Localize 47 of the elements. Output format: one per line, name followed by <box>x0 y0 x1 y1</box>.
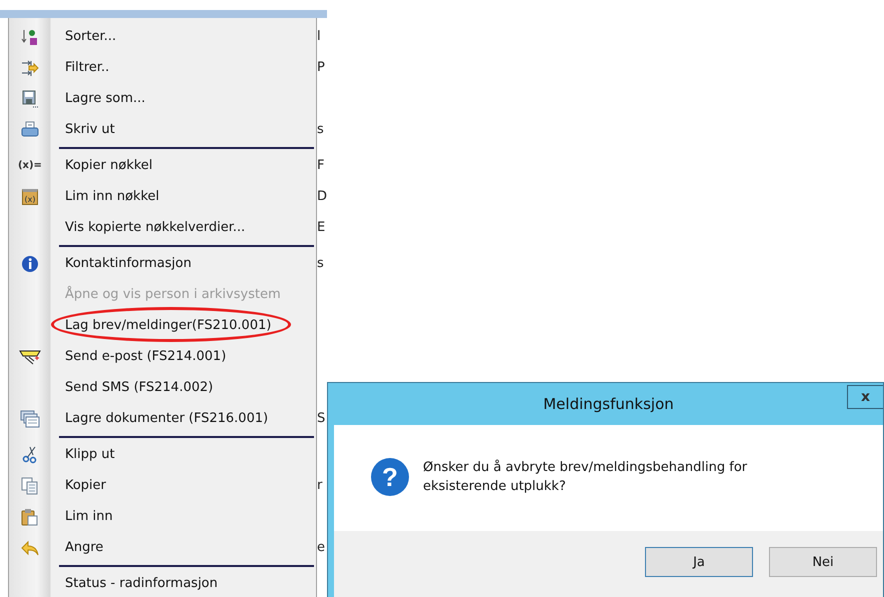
background-text: S <box>317 411 326 426</box>
background-text: P <box>317 60 325 75</box>
printer-icon <box>20 120 39 138</box>
sort-icon <box>20 28 39 46</box>
close-button[interactable]: x <box>847 385 883 409</box>
menu-item[interactable]: Send e-post (FS214.001) <box>64 349 226 364</box>
background-text: E <box>317 220 326 235</box>
paste-icon <box>20 508 39 526</box>
menu-item: Åpne og vis person i arkivsystem <box>64 287 281 302</box>
background-text: e <box>317 540 326 555</box>
dialog-title: Meldingsfunksjon <box>543 395 674 413</box>
menu-item[interactable]: Lim inn <box>64 509 113 524</box>
envelope-pen-icon <box>18 348 41 364</box>
background-text: l <box>317 29 321 44</box>
menu-item[interactable]: Lagre som... <box>64 91 146 106</box>
dialog-button[interactable]: Nei <box>769 547 877 577</box>
menu-item[interactable]: Kontaktinformasjon <box>64 256 192 271</box>
background-text: s <box>317 122 324 137</box>
menu-item[interactable]: Lagre dokumenter (FS216.001) <box>64 411 268 426</box>
documents-icon <box>20 410 40 428</box>
menu-item[interactable]: Lim inn nøkkel <box>64 189 160 204</box>
save-icon <box>20 90 39 108</box>
dialog-message: Ønsker du å avbryte brev/meldingsbehandling for eksisterende utplukk? <box>423 458 748 496</box>
clipboard-variable-icon: (x) <box>22 188 38 204</box>
info-icon <box>20 254 39 272</box>
question-icon: ? <box>371 458 409 496</box>
copy-icon <box>20 476 39 494</box>
menu-item[interactable]: Sorter... <box>64 29 116 44</box>
background-text: F <box>317 158 325 173</box>
menu-item[interactable]: Skriv ut <box>64 122 115 137</box>
undo-arrow-icon <box>20 538 39 556</box>
scissors-icon <box>20 446 39 464</box>
menu-item[interactable]: Filtrer.. <box>64 60 110 75</box>
menu-item[interactable]: Send SMS (FS214.002) <box>64 380 214 395</box>
background-text: s <box>317 256 324 271</box>
menu-item[interactable]: Angre <box>64 540 104 555</box>
dialog-button[interactable]: Ja <box>645 547 753 577</box>
background-text: r <box>317 478 322 493</box>
menu-item[interactable]: Vis kopierte nøkkelverdier... <box>64 220 246 235</box>
menu-item[interactable]: Lag brev/meldinger(FS210.001) <box>64 318 272 333</box>
menu-item[interactable]: Kopier nøkkel <box>64 158 153 173</box>
filter-icon <box>20 58 39 76</box>
menu-item[interactable]: Klipp ut <box>64 447 115 462</box>
menu-item[interactable]: Kopier <box>64 478 106 493</box>
menu-item[interactable]: Status - radinformasjon <box>64 576 218 591</box>
background-text: D <box>317 189 327 204</box>
variable-equals-icon: (x)= <box>18 160 42 171</box>
